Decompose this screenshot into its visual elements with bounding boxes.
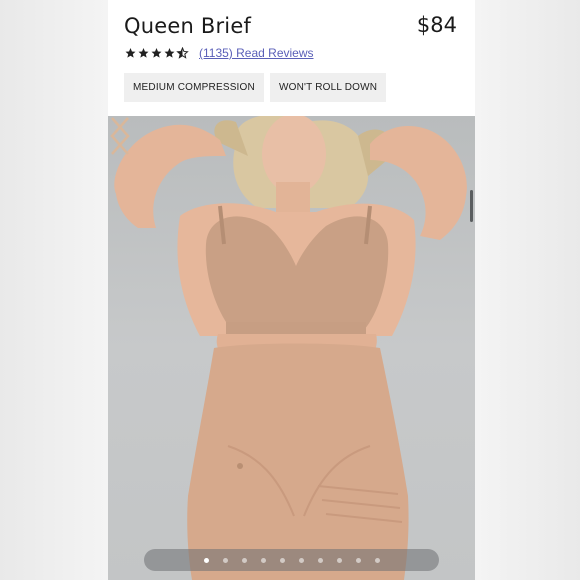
carousel-dot[interactable] (222, 557, 228, 563)
carousel-dot[interactable] (260, 557, 266, 563)
page-margin-left (0, 0, 108, 580)
star-icon (138, 48, 149, 58)
star-icon (151, 48, 162, 58)
carousel-dot[interactable] (203, 557, 209, 563)
carousel-dot[interactable] (317, 557, 323, 563)
chevron-right-icon[interactable] (108, 116, 132, 156)
carousel-pagination (144, 549, 439, 571)
feature-tags: MEDIUM COMPRESSION WON'T ROLL DOWN (124, 73, 387, 102)
tag-medium-compression: MEDIUM COMPRESSION (124, 73, 264, 102)
star-half-icon (176, 47, 189, 59)
star-icon (125, 48, 136, 58)
product-image-carousel[interactable] (108, 116, 475, 580)
page-margin-right (475, 0, 580, 580)
star-rating (124, 47, 189, 59)
read-reviews-link[interactable]: (1135) Read Reviews (199, 46, 314, 60)
tag-wont-roll-down: WON'T ROLL DOWN (269, 73, 387, 102)
product-photo (114, 116, 467, 580)
star-icon (164, 48, 175, 58)
product-title: Queen Brief (124, 14, 252, 38)
scrollbar[interactable] (470, 190, 473, 222)
carousel-dot[interactable] (298, 557, 304, 563)
carousel-dot[interactable] (336, 557, 342, 563)
rating-row: (1135) Read Reviews (124, 45, 314, 61)
carousel-dot[interactable] (355, 557, 361, 563)
carousel-dot[interactable] (279, 557, 285, 563)
carousel-dot[interactable] (241, 557, 247, 563)
carousel-dot[interactable] (374, 557, 380, 563)
product-price: $84 (416, 13, 457, 37)
product-card: Queen Brief $84 (1135) Read Reviews MEDI… (108, 0, 475, 580)
